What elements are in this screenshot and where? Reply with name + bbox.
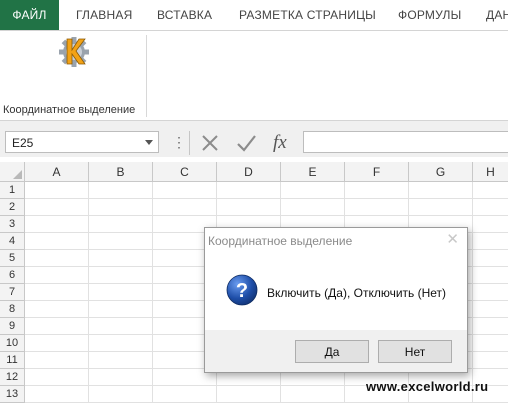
tab-formulas[interactable]: ФОРМУЛЫ bbox=[398, 0, 461, 30]
formula-bar-grip-icon[interactable]: ⋮ bbox=[172, 135, 186, 149]
enter-check-icon[interactable] bbox=[235, 132, 257, 154]
ribbon-group-label: Координатное выделение bbox=[3, 104, 136, 116]
ribbon-panel: Координатное выделение bbox=[0, 31, 508, 121]
name-box-value: E25 bbox=[12, 136, 34, 150]
row-header[interactable]: 2 bbox=[0, 199, 25, 216]
formula-input[interactable] bbox=[303, 131, 508, 153]
dialog-message: Включить (Да), Отключить (Нет) bbox=[267, 286, 447, 300]
column-header[interactable]: E bbox=[281, 162, 345, 182]
tab-file[interactable]: ФАЙЛ bbox=[0, 0, 59, 30]
row-header[interactable]: 11 bbox=[0, 352, 25, 369]
tab-insert[interactable]: ВСТАВКА bbox=[157, 0, 212, 30]
column-header[interactable]: H bbox=[473, 162, 508, 182]
formula-bar: E25 ⋮ fx bbox=[0, 129, 508, 157]
row-header[interactable]: 3 bbox=[0, 216, 25, 233]
addin-k-gear-icon[interactable] bbox=[54, 33, 94, 71]
fx-label: fx bbox=[273, 132, 287, 153]
tab-data[interactable]: ДАН bbox=[486, 0, 508, 30]
row-header[interactable]: 10 bbox=[0, 335, 25, 352]
select-all-triangle-icon bbox=[13, 170, 22, 179]
column-header[interactable]: G bbox=[409, 162, 473, 182]
row-header[interactable]: 6 bbox=[0, 267, 25, 284]
column-header[interactable]: B bbox=[89, 162, 153, 182]
ribbon-group-divider bbox=[146, 35, 147, 117]
row-header[interactable]: 12 bbox=[0, 369, 25, 386]
row-header[interactable]: 7 bbox=[0, 284, 25, 301]
close-icon[interactable]: ✕ bbox=[446, 231, 459, 249]
fx-icon[interactable]: fx bbox=[270, 132, 298, 154]
row-header[interactable]: 9 bbox=[0, 318, 25, 335]
column-header[interactable]: F bbox=[345, 162, 409, 182]
dialog-button-bar: Да Нет bbox=[205, 330, 467, 372]
tab-home[interactable]: ГЛАВНАЯ bbox=[76, 0, 132, 30]
name-box[interactable]: E25 bbox=[5, 131, 159, 153]
ribbon-gap bbox=[0, 121, 508, 129]
yes-button[interactable]: Да bbox=[295, 340, 369, 363]
ribbon-tab-bar: ФАЙЛ ГЛАВНАЯ ВСТАВКА РАЗМЕТКА СТРАНИЦЫ Ф… bbox=[0, 0, 508, 31]
site-watermark: www.excelworld.ru bbox=[366, 379, 489, 394]
cancel-x-icon[interactable] bbox=[199, 132, 221, 154]
column-header[interactable]: A bbox=[25, 162, 89, 182]
row-header[interactable]: 13 bbox=[0, 386, 25, 403]
question-icon: ? bbox=[226, 274, 258, 306]
column-header[interactable]: C bbox=[153, 162, 217, 182]
no-button[interactable]: Нет bbox=[378, 340, 452, 363]
row-header[interactable]: 4 bbox=[0, 233, 25, 250]
select-all-button[interactable] bbox=[0, 162, 25, 182]
coordinate-selection-dialog: Координатное выделение ✕ ? Включить (Да)… bbox=[204, 227, 468, 373]
column-header[interactable]: D bbox=[217, 162, 281, 182]
name-box-dropdown-icon[interactable] bbox=[145, 140, 153, 145]
tab-page-layout[interactable]: РАЗМЕТКА СТРАНИЦЫ bbox=[239, 0, 376, 30]
svg-text:?: ? bbox=[236, 280, 248, 302]
dialog-title: Координатное выделение bbox=[208, 234, 353, 248]
formula-bar-divider bbox=[189, 131, 190, 155]
row-header[interactable]: 8 bbox=[0, 301, 25, 318]
row-header[interactable]: 5 bbox=[0, 250, 25, 267]
row-header[interactable]: 1 bbox=[0, 182, 25, 199]
